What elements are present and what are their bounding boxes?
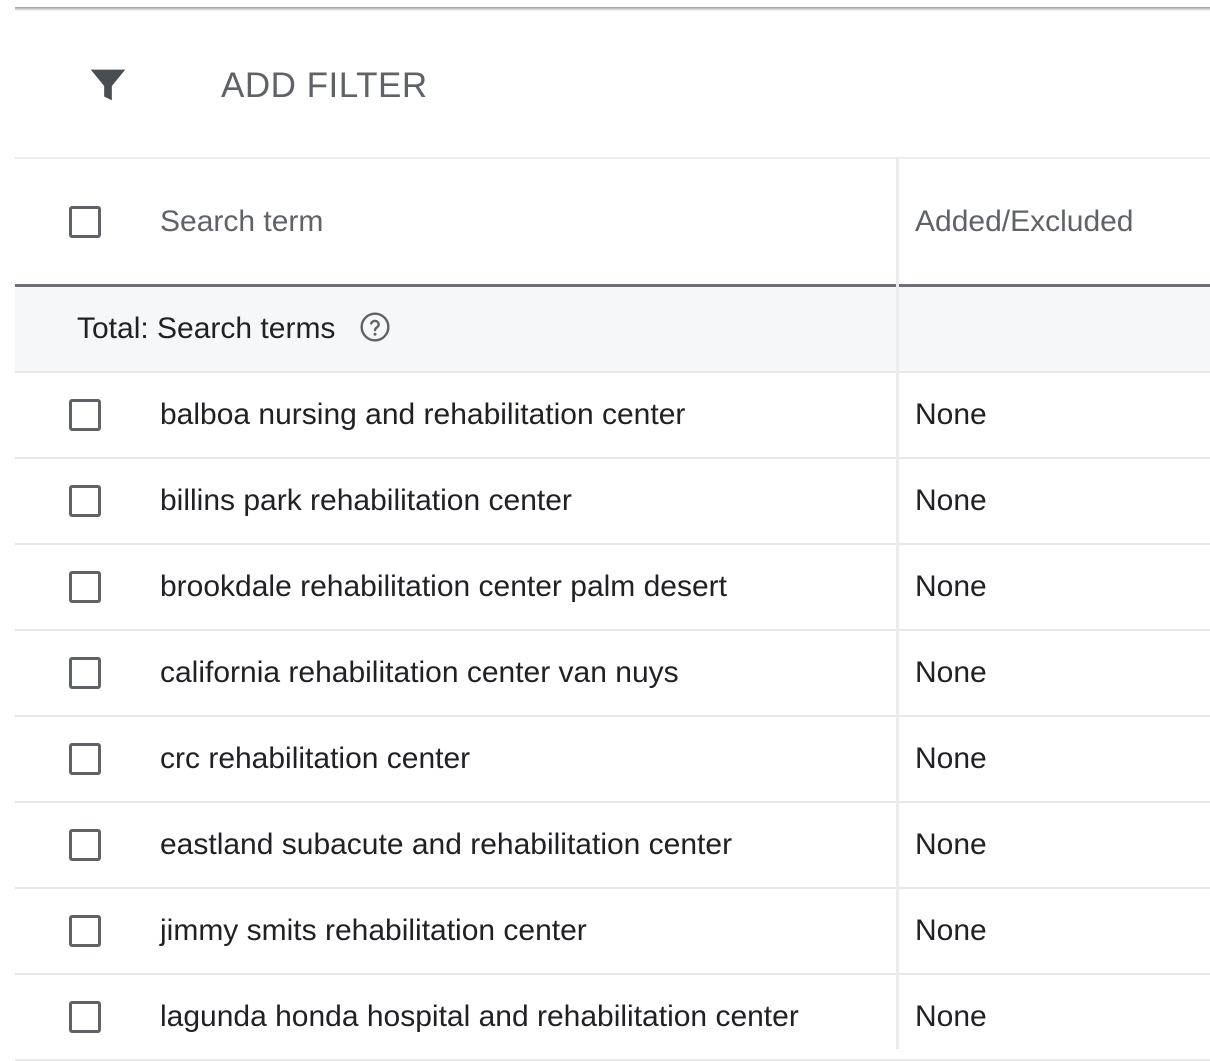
row-checkbox[interactable] xyxy=(69,485,101,517)
table-row: crc rehabilitation center None xyxy=(15,717,1210,803)
total-row: Total: Search terms xyxy=(15,287,1210,373)
table-row: billins park rehabilitation center None xyxy=(15,459,1210,545)
row-checkbox[interactable] xyxy=(69,829,101,861)
search-term-cell: billins park rehabilitation center xyxy=(160,484,572,517)
search-term-cell: lagunda honda hospital and rehabilitatio… xyxy=(160,1000,799,1033)
column-header-added-excluded[interactable]: Added/Excluded xyxy=(915,205,1134,239)
select-all-checkbox[interactable] xyxy=(69,205,101,238)
search-term-cell: california rehabilitation center van nuy… xyxy=(160,656,679,689)
added-excluded-cell: None xyxy=(915,398,987,431)
row-checkbox[interactable] xyxy=(69,915,101,947)
added-excluded-cell: None xyxy=(915,1000,987,1033)
column-header-search-term[interactable]: Search term xyxy=(160,205,323,239)
total-label: Total: Search terms xyxy=(77,312,391,346)
row-checkbox[interactable] xyxy=(69,571,101,603)
row-checkbox[interactable] xyxy=(69,1001,101,1033)
row-checkbox[interactable] xyxy=(69,399,101,431)
added-excluded-cell: None xyxy=(915,484,987,517)
added-excluded-cell: None xyxy=(915,742,987,775)
table-row: eastland subacute and rehabilitation cen… xyxy=(15,803,1210,889)
search-term-cell: balboa nursing and rehabilitation center xyxy=(160,398,686,431)
add-filter-button[interactable]: ADD FILTER xyxy=(221,66,428,106)
added-excluded-cell: None xyxy=(915,914,987,947)
table-row: lagunda honda hospital and rehabilitatio… xyxy=(15,975,1210,1061)
search-terms-table: Search term Added/Excluded Total: Search… xyxy=(15,157,1210,1061)
search-term-cell: jimmy smits rehabilitation center xyxy=(160,914,587,947)
search-term-cell: brookdale rehabilitation center palm des… xyxy=(160,570,727,603)
added-excluded-cell: None xyxy=(915,828,987,861)
help-circle-icon[interactable] xyxy=(359,311,391,343)
search-term-cell: crc rehabilitation center xyxy=(160,742,471,775)
filter-icon[interactable] xyxy=(85,62,131,108)
filter-bar: ADD FILTER xyxy=(15,11,1210,157)
added-excluded-cell: None xyxy=(915,656,987,689)
table-row: brookdale rehabilitation center palm des… xyxy=(15,545,1210,631)
search-term-cell: eastland subacute and rehabilitation cen… xyxy=(160,828,733,861)
added-excluded-cell: None xyxy=(915,570,987,603)
table-row: balboa nursing and rehabilitation center… xyxy=(15,373,1210,459)
table-row: california rehabilitation center van nuy… xyxy=(15,631,1210,717)
table-row: jimmy smits rehabilitation center None xyxy=(15,889,1210,975)
row-checkbox[interactable] xyxy=(69,743,101,775)
total-label-text: Total: Search terms xyxy=(77,312,336,345)
table-header-row: Search term Added/Excluded xyxy=(15,159,1210,287)
row-checkbox[interactable] xyxy=(69,657,101,689)
column-divider[interactable] xyxy=(896,159,899,1049)
